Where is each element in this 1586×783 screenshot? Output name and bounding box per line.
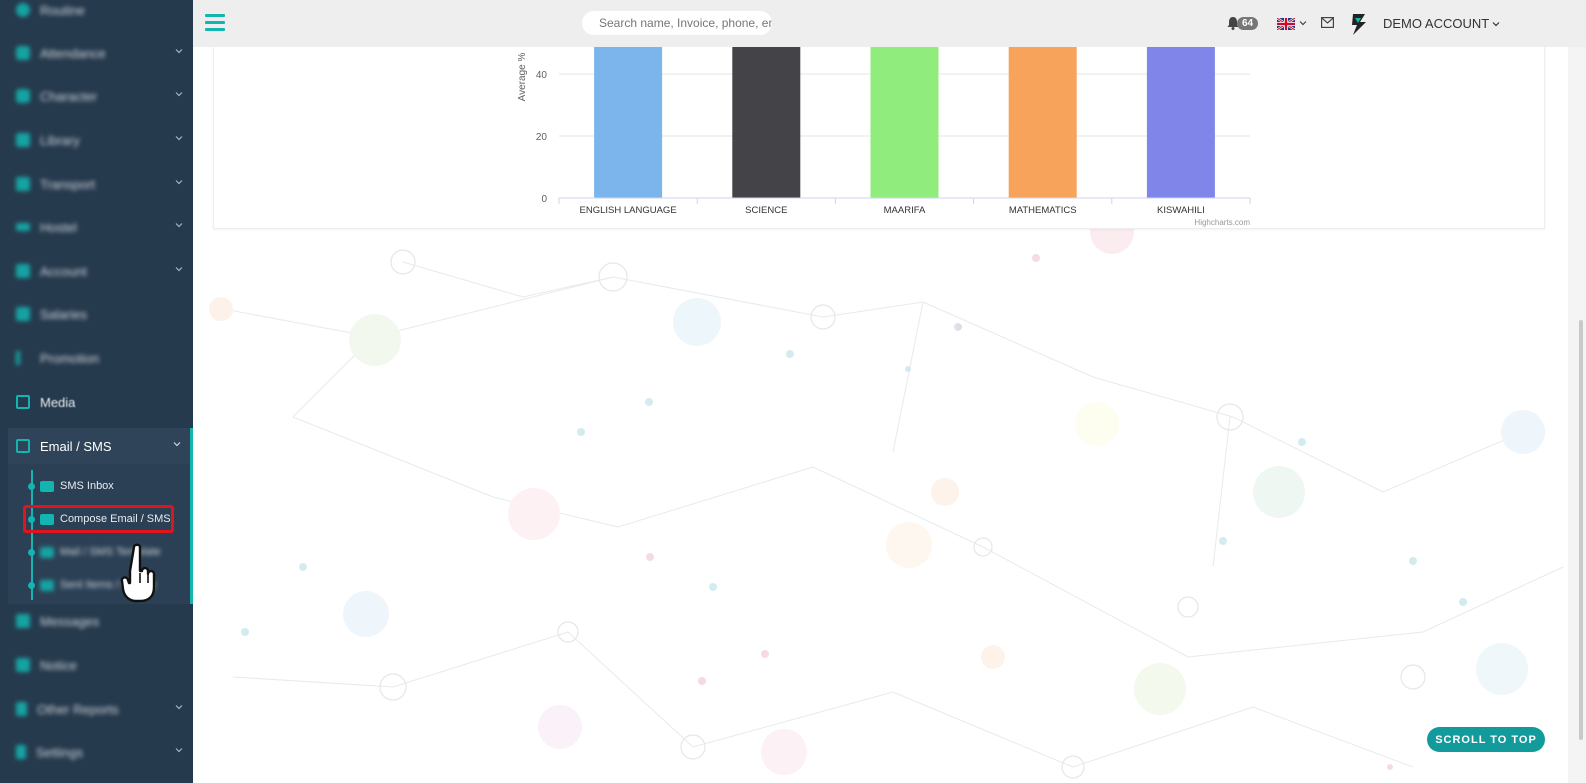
chevron-down-icon: [175, 92, 183, 97]
sidebar-item-settings[interactable]: Settings: [0, 734, 193, 770]
notification-badge: 64: [1237, 17, 1259, 30]
money-icon: [16, 264, 30, 278]
scrollbar-thumb[interactable]: [1579, 320, 1583, 740]
sidebar-item-label: Library: [40, 132, 80, 148]
x-tick-label: KISWAHILI: [1157, 205, 1205, 216]
chevron-down-icon: [1492, 21, 1500, 26]
sidebar-item-label: Notice: [40, 657, 77, 673]
sidebar-item-transport[interactable]: Transport: [0, 166, 193, 202]
sidebar-item-label: Hostel: [40, 219, 77, 235]
search-input[interactable]: [582, 11, 772, 35]
chevron-down-icon: [173, 442, 181, 447]
chevron-down-icon[interactable]: [1299, 19, 1307, 27]
menu-toggle-icon[interactable]: [205, 14, 225, 32]
chevron-down-icon: [175, 267, 183, 272]
sidebar-item-label: Character: [40, 88, 98, 104]
y-tick-label: 0: [541, 194, 547, 205]
sidebar-item-salaries[interactable]: Salaries: [0, 296, 193, 332]
account-menu[interactable]: DEMO ACCOUNT: [1383, 16, 1500, 31]
email-sms-icon: [16, 439, 30, 453]
sidebar: Routine Attendance Character Library Tra…: [0, 0, 193, 783]
sidebar-item-label: Settings: [36, 744, 83, 760]
sidebar-item-messages[interactable]: Messages: [0, 603, 193, 639]
messages-icon: [16, 614, 30, 628]
pointing-hand-cursor-icon: [120, 543, 156, 603]
chart-credit: Highcharts.com: [1194, 218, 1250, 227]
sidebar-item-label: Promotion: [40, 350, 100, 366]
inbox-icon: [40, 579, 54, 591]
sidebar-item-label: Account: [40, 263, 87, 279]
arrow-down-icon: [16, 351, 20, 365]
submenu-item-sms-inbox[interactable]: SMS Inbox: [24, 473, 174, 499]
chevron-down-icon: [175, 223, 183, 228]
page-scrollbar[interactable]: [1568, 47, 1586, 783]
chevron-down-icon: [175, 180, 183, 185]
sidebar-item-attendance[interactable]: Attendance: [0, 35, 193, 71]
account-avatar-icon[interactable]: [1349, 12, 1369, 36]
mail-icon[interactable]: [1321, 17, 1334, 28]
y-axis-title: Average %: [517, 53, 528, 102]
sidebar-item-other-reports[interactable]: Other Reports: [0, 691, 193, 727]
bus-icon: [16, 177, 30, 191]
x-tick-label: ENGLISH LANGUAGE: [580, 205, 677, 216]
y-tick-label: 20: [536, 132, 548, 143]
template-icon: [40, 546, 54, 558]
x-tick-label: MAARIFA: [884, 205, 926, 216]
sidebar-item-library[interactable]: Library: [0, 122, 193, 158]
book-icon: [16, 133, 30, 147]
sidebar-item-label: Salaries: [40, 306, 87, 322]
bar: [1146, 47, 1215, 198]
sidebar-item-label: Transport: [40, 176, 96, 192]
highlight-box: [23, 505, 174, 533]
uk-flag-icon[interactable]: [1277, 18, 1295, 30]
sidebar-item-promotion[interactable]: Promotion: [0, 340, 193, 376]
sidebar-item-notice[interactable]: Notice: [0, 647, 193, 683]
film-icon: [16, 395, 30, 409]
character-icon: [16, 89, 30, 103]
chevron-down-icon: [175, 748, 183, 753]
clock-icon: [16, 3, 30, 17]
sidebar-item-media[interactable]: Media: [0, 384, 193, 420]
topbar: 64 DEMO ACCOUNT: [193, 0, 1586, 47]
sidebar-item-label: Attendance: [40, 45, 106, 61]
bar: [732, 47, 801, 198]
hourglass-icon: [16, 745, 26, 759]
sidebar-item-account[interactable]: Account: [0, 253, 193, 289]
bar: [594, 47, 663, 198]
bed-icon: [16, 223, 30, 231]
calendar-icon: [16, 658, 30, 672]
x-tick-label: MATHEMATICS: [1009, 205, 1077, 216]
attendance-icon: [16, 46, 30, 60]
sidebar-item-label: Routine: [40, 2, 85, 18]
envelope-icon: [40, 480, 54, 492]
sidebar-item-routine[interactable]: Routine: [0, 0, 193, 28]
y-tick-label: 40: [536, 70, 548, 81]
account-name: DEMO ACCOUNT: [1383, 16, 1490, 31]
bar: [870, 47, 939, 198]
bar: [1008, 47, 1077, 198]
sidebar-item-label: Media: [40, 394, 76, 410]
chevron-down-icon: [175, 136, 183, 141]
scroll-to-top-button[interactable]: SCROLL TO TOP: [1427, 727, 1545, 752]
report-icon: [16, 702, 27, 716]
subject-average-chart: 0 20 40 ENGLISH LANGUAGE SCIENCE MAARIFA MATHE…: [517, 47, 1251, 227]
sidebar-item-character[interactable]: Character: [0, 78, 193, 114]
chevron-down-icon: [175, 705, 183, 710]
x-tick-label: SCIENCE: [745, 205, 787, 216]
sidebar-item-email-sms[interactable]: Email / SMS: [0, 428, 193, 464]
sidebar-item-label: Messages: [40, 613, 100, 629]
salary-icon: [16, 307, 30, 321]
sidebar-item-label: Email / SMS: [40, 438, 112, 454]
chevron-down-icon: [175, 49, 183, 54]
submenu-item-label: SMS Inbox: [60, 480, 114, 492]
sidebar-item-hostel[interactable]: Hostel: [0, 209, 193, 245]
chart-panel: 0 20 40 ENGLISH LANGUAGE SCIENCE MAARIFA MATHE…: [213, 47, 1545, 229]
sidebar-item-label: Other Reports: [37, 701, 119, 717]
